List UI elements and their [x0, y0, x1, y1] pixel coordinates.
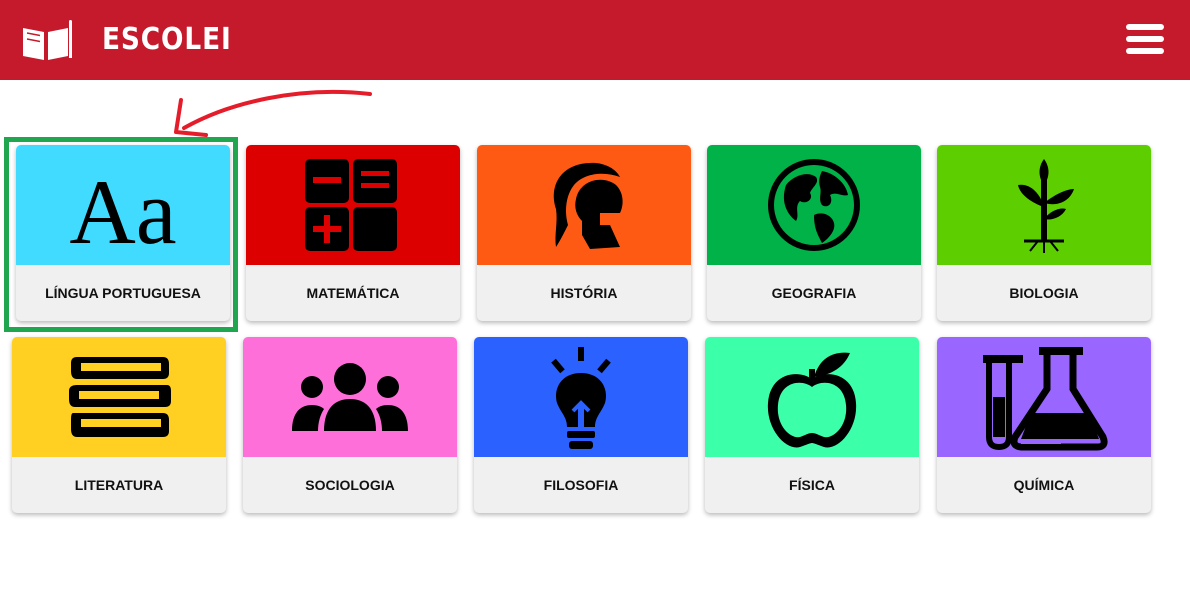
card-image	[474, 337, 688, 457]
arrow-annotation-icon	[174, 90, 372, 137]
subject-card-historia[interactable]: HISTÓRIA	[477, 145, 691, 321]
subject-card-fisica[interactable]: FÍSICA	[705, 337, 919, 513]
card-image	[937, 145, 1151, 265]
brand-name[interactable]: ESCOLEI	[102, 22, 232, 58]
plant-sprout-icon	[1018, 159, 1074, 253]
subject-card-literatura[interactable]: LITERATURA	[12, 337, 226, 513]
subject-card-geografia[interactable]: GEOGRAFIA	[707, 145, 921, 321]
globe-icon	[768, 159, 860, 251]
book-icon[interactable]	[20, 20, 72, 62]
card-image	[705, 337, 919, 457]
card-label: LÍNGUA PORTUGUESA	[45, 285, 201, 301]
card-label: LITERATURA	[74, 477, 164, 493]
subject-card-filosofia[interactable]: FILOSOFIA	[474, 337, 688, 513]
letters-aa-icon: Aa	[69, 161, 176, 255]
card-label: SOCIOLOGIA	[305, 477, 395, 493]
lightbulb-icon	[551, 347, 611, 449]
spartan-helmet-icon	[553, 162, 623, 249]
stacked-books-icon	[69, 357, 171, 437]
card-label: GEOGRAFIA	[771, 285, 857, 301]
card-label: HISTÓRIA	[550, 285, 618, 301]
apple-icon	[767, 352, 857, 448]
subject-card-sociologia[interactable]: SOCIOLOGIA	[243, 337, 457, 513]
card-label: BIOLOGIA	[1009, 285, 1079, 301]
card-image	[12, 337, 226, 457]
card-label: FILOSOFIA	[543, 477, 619, 493]
card-image	[477, 145, 691, 265]
card-image	[246, 145, 460, 265]
chemistry-flask-icon	[983, 347, 1108, 451]
people-group-icon	[292, 363, 408, 431]
card-image	[937, 337, 1151, 457]
card-image	[707, 145, 921, 265]
card-label: QUÍMICA	[1013, 477, 1075, 493]
svg-text:Aa: Aa	[69, 161, 176, 255]
subject-card-lingua-portuguesa[interactable]: Aa LÍNGUA PORTUGUESA	[16, 145, 230, 321]
subject-card-matematica[interactable]: MATEMÁTICA	[246, 145, 460, 321]
card-label: MATEMÁTICA	[306, 285, 400, 301]
subject-card-biologia[interactable]: BIOLOGIA	[937, 145, 1151, 321]
subject-card-quimica[interactable]: QUÍMICA	[937, 337, 1151, 513]
calculator-icon	[305, 159, 397, 251]
hamburger-menu-icon[interactable]	[1126, 24, 1166, 56]
card-label: FÍSICA	[789, 477, 835, 493]
card-image	[243, 337, 457, 457]
top-navbar: ESCOLEI	[0, 0, 1190, 80]
card-image: Aa	[16, 145, 230, 265]
